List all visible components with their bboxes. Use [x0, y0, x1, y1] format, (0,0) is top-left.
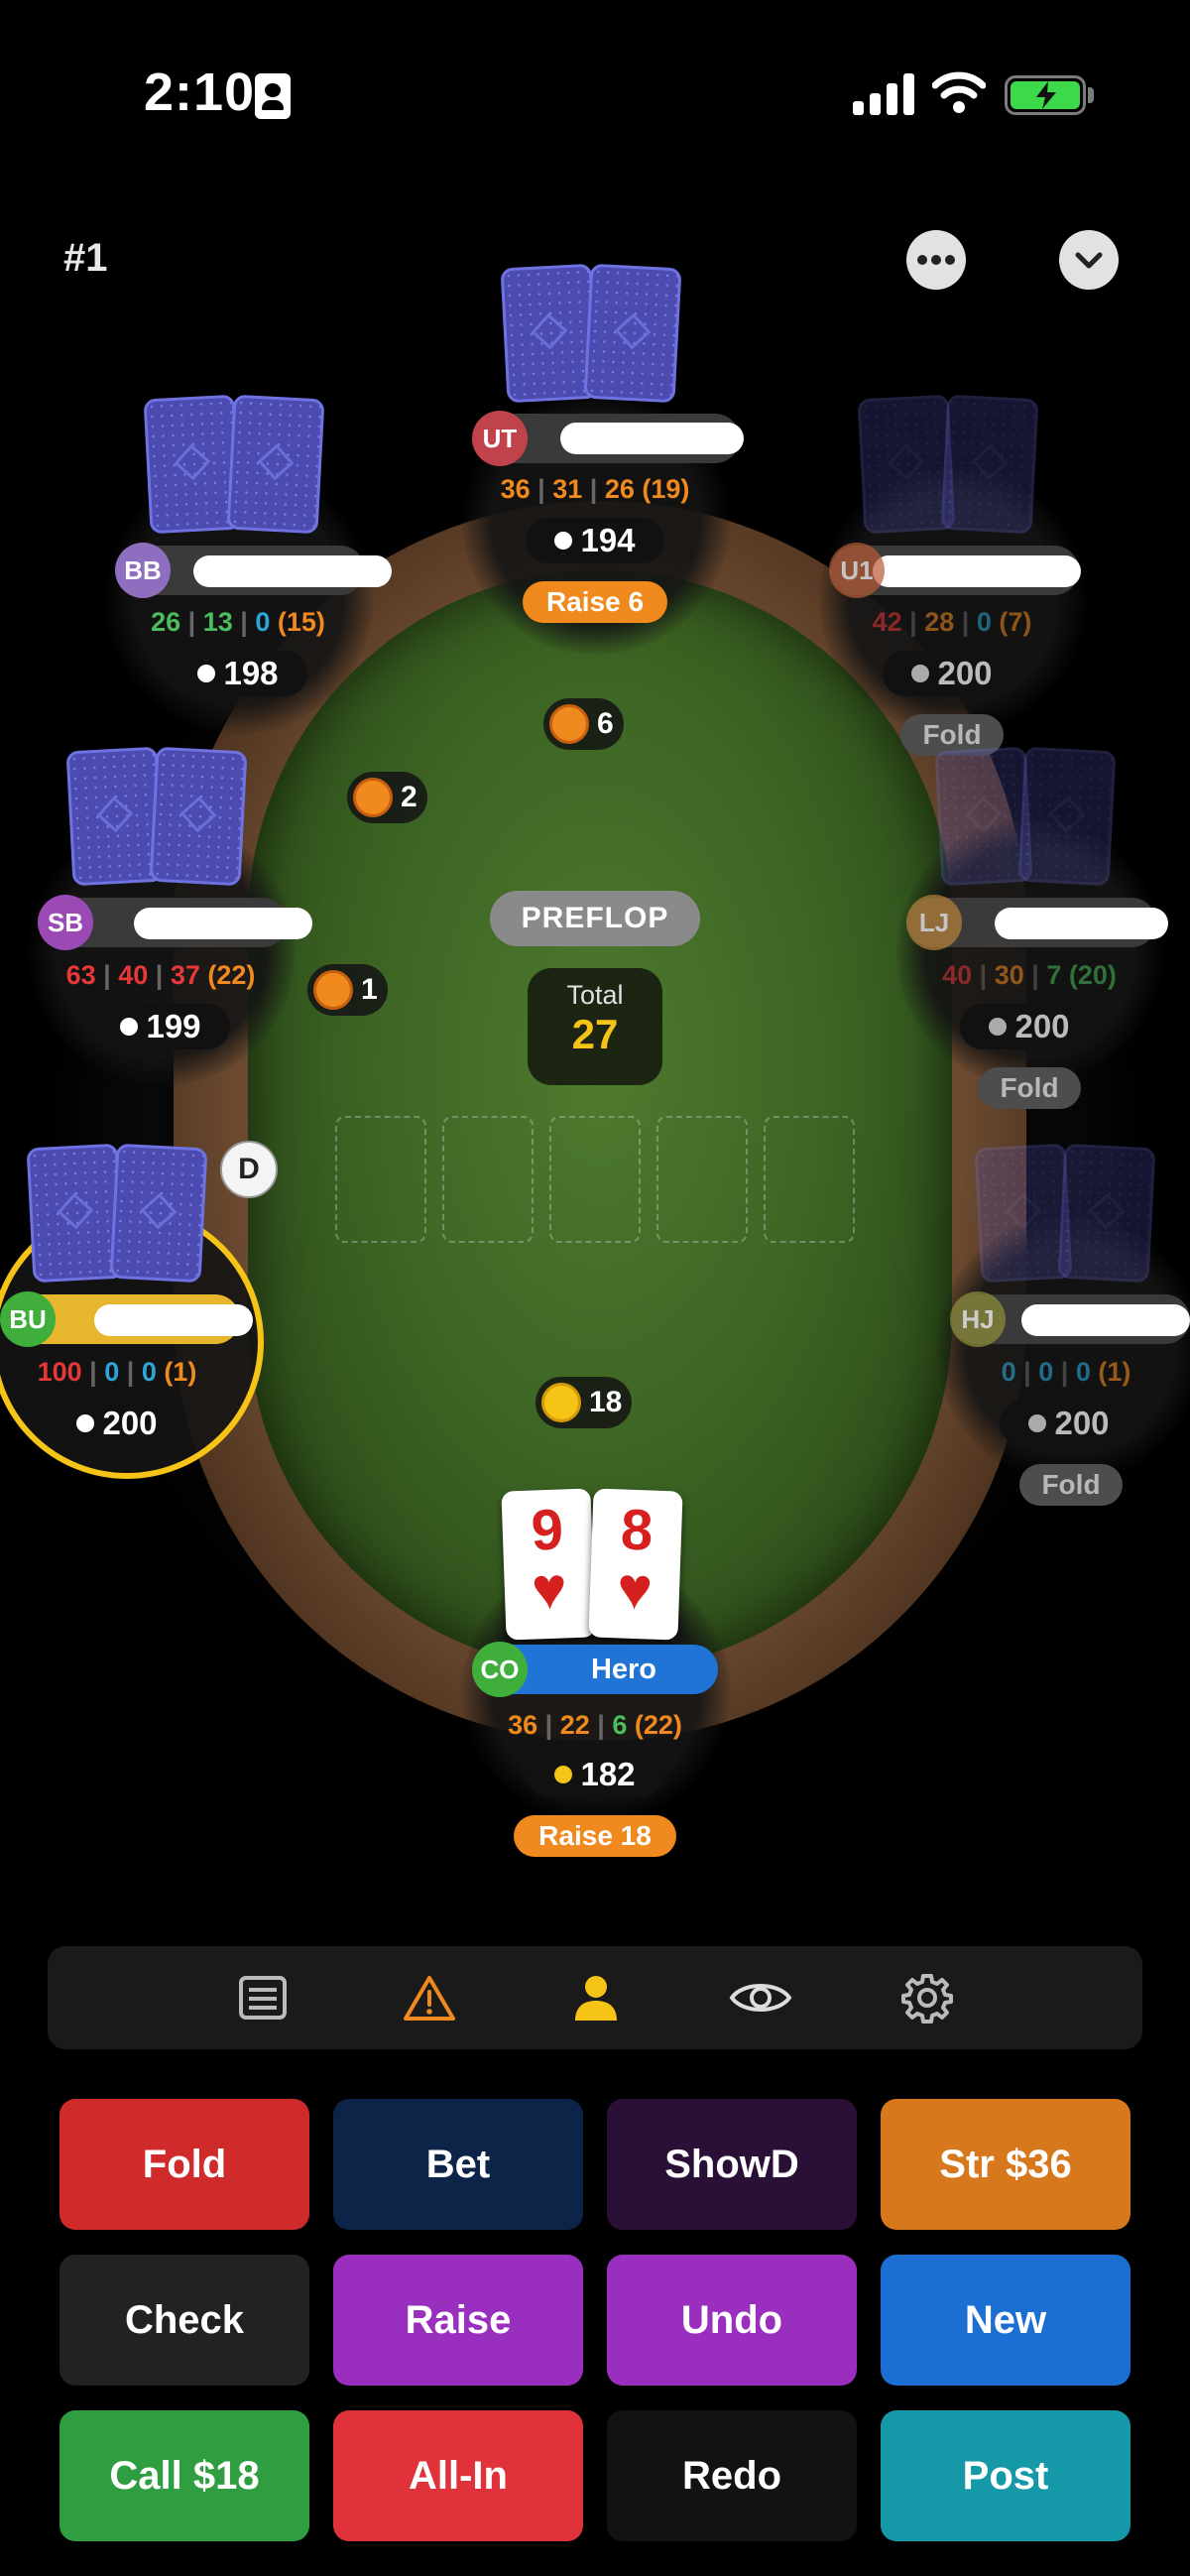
player-stats: 100 | 0 | 0 (1) — [37, 1357, 197, 1387]
position-badge: LJ — [906, 895, 962, 950]
ellipsis-icon — [917, 255, 955, 265]
redo-button[interactable]: Redo — [607, 2410, 857, 2541]
player-action: Raise 18 — [514, 1815, 676, 1857]
player-stats: 42 | 28 | 0 (7) — [872, 607, 1032, 637]
check-button[interactable]: Check — [60, 2255, 309, 2386]
redacted-name — [193, 555, 392, 587]
bet-chip-ut: 6 — [543, 698, 624, 750]
pot-label: Total — [566, 980, 624, 1010]
gear-icon — [901, 1974, 953, 2024]
player-action: Fold — [1019, 1464, 1123, 1506]
chip-icon — [313, 970, 353, 1010]
straddle-button[interactable]: Str $36 — [881, 2099, 1130, 2230]
player-button[interactable] — [561, 1963, 631, 2032]
redacted-name — [1021, 1304, 1190, 1336]
board-card-slot[interactable] — [656, 1116, 748, 1243]
redacted-name — [560, 423, 744, 454]
status-time: 2:10 — [144, 62, 256, 122]
warning-button[interactable] — [395, 1963, 464, 2032]
player-stats: 0 | 0 | 0 (1) — [1001, 1357, 1131, 1387]
board-card-slot[interactable] — [764, 1116, 855, 1243]
position-badge: U1 — [829, 543, 885, 598]
card-back — [1057, 1143, 1156, 1284]
person-icon — [575, 1976, 617, 2021]
card-back — [149, 746, 248, 887]
bet-chip-hero: 18 — [536, 1377, 633, 1428]
showdown-button[interactable]: ShowD — [607, 2099, 857, 2230]
post-button[interactable]: Post — [881, 2410, 1130, 2541]
player-stats: 26 | 13 | 0 (15) — [151, 607, 325, 637]
pot-total: Total 27 — [528, 968, 662, 1085]
player-stack: 199 — [91, 1004, 230, 1049]
street-label: PREFLOP — [490, 891, 700, 946]
position-badge: BU — [0, 1291, 56, 1347]
bet-button[interactable]: Bet — [333, 2099, 583, 2230]
more-options-button[interactable] — [906, 230, 966, 290]
bet-chip-sb: 1 — [307, 964, 388, 1016]
redacted-name — [995, 908, 1168, 939]
cellular-signal-icon — [853, 71, 914, 115]
dealer-button: D — [220, 1141, 278, 1198]
chip-icon — [549, 704, 589, 744]
card-back — [109, 1143, 208, 1284]
player-stack: 200 — [1000, 1401, 1138, 1446]
player-stack: 198 — [169, 651, 307, 696]
settings-button[interactable] — [892, 1963, 962, 2032]
battery-tip — [1088, 87, 1094, 103]
position-badge: HJ — [950, 1291, 1006, 1347]
player-stack: 194 — [526, 518, 664, 563]
redacted-name — [134, 908, 312, 939]
chevron-down-icon — [1075, 252, 1103, 269]
hero-card[interactable]: 8 ♥ — [588, 1488, 683, 1641]
collapse-button[interactable] — [1059, 230, 1119, 290]
chip-icon — [353, 778, 393, 817]
position-badge: UT — [472, 411, 528, 466]
position-badge: SB — [38, 895, 93, 950]
hand-number: #1 — [63, 236, 108, 280]
heart-suit-icon: ♥ — [530, 1554, 568, 1623]
undo-button[interactable]: Undo — [607, 2255, 857, 2386]
wifi-icon — [932, 71, 986, 113]
pot-value: 27 — [571, 1011, 619, 1057]
redacted-name — [873, 555, 1081, 587]
card-back — [583, 263, 682, 404]
card-back — [940, 394, 1039, 535]
new-hand-button[interactable]: New — [881, 2255, 1130, 2386]
player-stats: 36 | 31 | 26 (19) — [500, 474, 690, 504]
position-badge: CO — [472, 1642, 528, 1697]
notes-button[interactable] — [228, 1963, 298, 2032]
player-action: Raise 6 — [523, 581, 667, 623]
battery-icon — [1005, 75, 1086, 115]
board-card-slot[interactable] — [335, 1116, 426, 1243]
notes-icon — [239, 1976, 287, 2020]
bet-chip-bb: 2 — [347, 772, 427, 823]
player-stack: 200 — [883, 651, 1021, 696]
heart-suit-icon: ♥ — [616, 1554, 654, 1623]
redacted-name — [94, 1304, 253, 1336]
all-in-button[interactable]: All-In — [333, 2410, 583, 2541]
call-button[interactable]: Call $18 — [60, 2410, 309, 2541]
position-badge: BB — [115, 543, 171, 598]
board-card-slot[interactable] — [442, 1116, 534, 1243]
eye-icon — [729, 1984, 792, 2012]
raise-button[interactable]: Raise — [333, 2255, 583, 2386]
warning-icon — [404, 1976, 455, 2021]
player-stack: 200 — [48, 1401, 186, 1446]
fold-button[interactable]: Fold — [60, 2099, 309, 2230]
player-action: Fold — [978, 1067, 1081, 1109]
player-stats: 63 | 40 | 37 (22) — [65, 960, 256, 990]
player-stats: 40 | 30 | 7 (20) — [942, 960, 1117, 990]
hero-card[interactable]: 9 ♥ — [501, 1488, 596, 1641]
visibility-button[interactable] — [726, 1963, 795, 2032]
card-back — [1017, 746, 1117, 887]
chip-icon — [541, 1383, 581, 1422]
player-stats: 36 | 22 | 6 (22) — [508, 1710, 682, 1740]
card-back — [226, 394, 325, 535]
board-card-slot[interactable] — [549, 1116, 641, 1243]
player-stack: 182 — [526, 1752, 664, 1797]
player-stack: 200 — [960, 1004, 1099, 1049]
contact-card-icon — [255, 73, 291, 119]
